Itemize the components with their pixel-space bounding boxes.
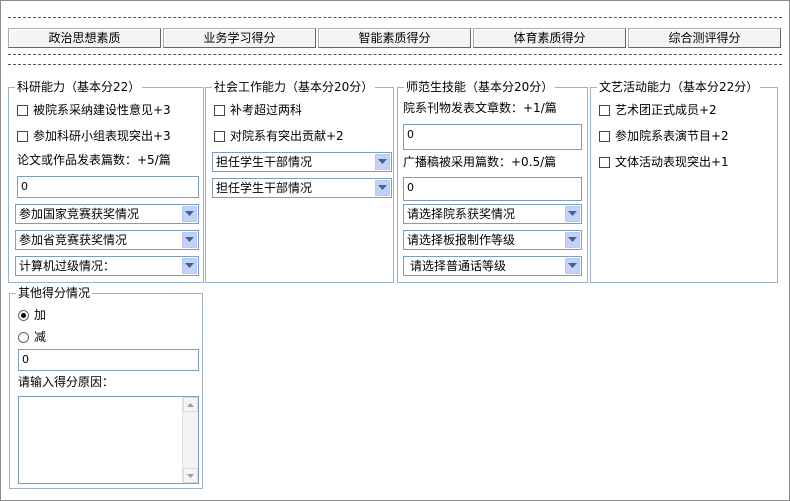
arts-check2-label: 参加院系表演节目+2 [615,129,729,143]
research-check1-row[interactable]: 被院系采纳建设性意见+3 [17,103,171,117]
arts-check3-row[interactable]: 文体活动表现突出+1 [599,155,729,169]
divider-top [8,17,782,18]
radio-sub[interactable] [18,331,29,343]
broadcast-input[interactable]: 0 [403,177,582,201]
social-group: 社会工作能力（基本分20分） 补考超过两科 对院系有突出贡献+2 担任学生干部情… [205,80,394,283]
chevron-down-icon[interactable] [375,180,390,196]
research-legend: 科研能力（基本分22） [15,80,143,94]
scroll-down-icon[interactable] [183,468,198,483]
select-mandarin-level-value: 请选择普通话等级 [410,259,507,273]
social-legend: 社会工作能力（基本分20分） [212,80,376,94]
arts-check1-box[interactable] [599,104,610,116]
reason-textarea[interactable] [18,396,199,484]
arts-check3-box[interactable] [599,156,610,168]
tab-intelligence[interactable]: 智能素质得分 [318,28,471,48]
chevron-down-icon[interactable] [565,206,580,222]
other-score-input[interactable]: 0 [18,349,199,371]
chevron-down-icon[interactable] [182,258,197,274]
radio-sub-row[interactable]: 减 [18,330,46,344]
research-check2-label: 参加科研小组表现突出+3 [33,129,171,143]
radio-add-row[interactable]: 加 [18,308,46,322]
social-check2-label: 对院系有突出贡献+2 [230,129,344,143]
other-group: 其他得分情况 加 减 0 请输入得分原因： [9,286,203,489]
arts-check3-label: 文体活动表现突出+1 [615,155,729,169]
tab-overall[interactable]: 综合测评得分 [628,28,781,48]
research-check2-box[interactable] [17,130,28,142]
chevron-down-icon[interactable] [182,206,197,222]
select-computer-level[interactable]: 计算机过级情况： [15,256,199,276]
radio-add[interactable] [18,309,29,321]
tab-sports[interactable]: 体育素质得分 [473,28,626,48]
normal-legend: 师范生技能（基本分20分） [404,80,556,94]
reason-label: 请输入得分原因： [18,375,115,389]
select-board-level[interactable]: 请选择板报制作等级 [403,230,582,250]
papers-label: 论文或作品发表篇数：+5/篇 [17,153,171,167]
select-dept-award-value: 请选择院系获奖情况 [407,207,516,221]
articles-label: 院系刊物发表文章数：+1/篇 [403,101,557,115]
social-check2-box[interactable] [214,130,225,142]
select-dept-award[interactable]: 请选择院系获奖情况 [403,204,582,224]
arts-group: 文艺活动能力（基本分22分） 艺术团正式成员+2 参加院系表演节目+2 文体活动… [590,80,778,283]
papers-input[interactable]: 0 [17,176,199,198]
select-computer-level-value: 计算机过级情况： [19,259,116,273]
broadcast-label: 广播稿被采用篇数：+0.5/篇 [403,155,557,169]
arts-check2-row[interactable]: 参加院系表演节目+2 [599,129,729,143]
social-check1-box[interactable] [214,104,225,116]
other-legend: 其他得分情况 [16,286,93,300]
articles-input[interactable]: 0 [403,124,582,150]
social-check1-row[interactable]: 补考超过两科 [214,103,302,117]
research-check1-label: 被院系采纳建设性意见+3 [33,103,171,117]
select-board-level-value: 请选择板报制作等级 [407,233,516,247]
social-check2-row[interactable]: 对院系有突出贡献+2 [214,129,344,143]
research-check1-box[interactable] [17,104,28,116]
scrollbar[interactable] [182,397,198,483]
tab-political[interactable]: 政治思想素质 [8,28,161,48]
select-cadre-1[interactable]: 担任学生干部情况 [212,152,392,172]
radio-add-label: 加 [34,308,47,322]
normal-group: 师范生技能（基本分20分） 院系刊物发表文章数：+1/篇 0 广播稿被采用篇数：… [397,80,588,283]
arts-check1-row[interactable]: 艺术团正式成员+2 [599,103,717,117]
tab-study[interactable]: 业务学习得分 [163,28,316,48]
chevron-down-icon[interactable] [565,258,580,274]
scroll-up-icon[interactable] [183,397,198,412]
research-group: 科研能力（基本分22） 被院系采纳建设性意见+3 参加科研小组表现突出+3 论文… [8,80,204,283]
select-mandarin-level[interactable]: 请选择普通话等级 [403,256,582,276]
social-check1-label: 补考超过两科 [230,103,303,117]
select-national-award[interactable]: 参加国家竞赛获奖情况 [15,204,199,224]
select-cadre-2[interactable]: 担任学生干部情况 [212,178,392,198]
chevron-down-icon[interactable] [182,232,197,248]
chevron-down-icon[interactable] [375,154,390,170]
select-cadre-2-value: 担任学生干部情况 [216,181,313,195]
select-provincial-award-value: 参加省竞赛获奖情况 [19,233,128,247]
select-cadre-1-value: 担任学生干部情况 [216,155,313,169]
divider-mid [8,54,782,55]
tab-bar: 政治思想素质 业务学习得分 智能素质得分 体育素质得分 综合测评得分 [8,28,781,48]
research-check2-row[interactable]: 参加科研小组表现突出+3 [17,129,171,143]
select-provincial-award[interactable]: 参加省竞赛获奖情况 [15,230,199,250]
divider-mid2 [8,64,782,65]
arts-legend: 文艺活动能力（基本分22分） [597,80,761,94]
select-national-award-value: 参加国家竞赛获奖情况 [19,207,140,221]
chevron-down-icon[interactable] [565,232,580,248]
arts-check2-box[interactable] [599,130,610,142]
radio-sub-label: 减 [34,330,47,344]
arts-check1-label: 艺术团正式成员+2 [615,103,717,117]
